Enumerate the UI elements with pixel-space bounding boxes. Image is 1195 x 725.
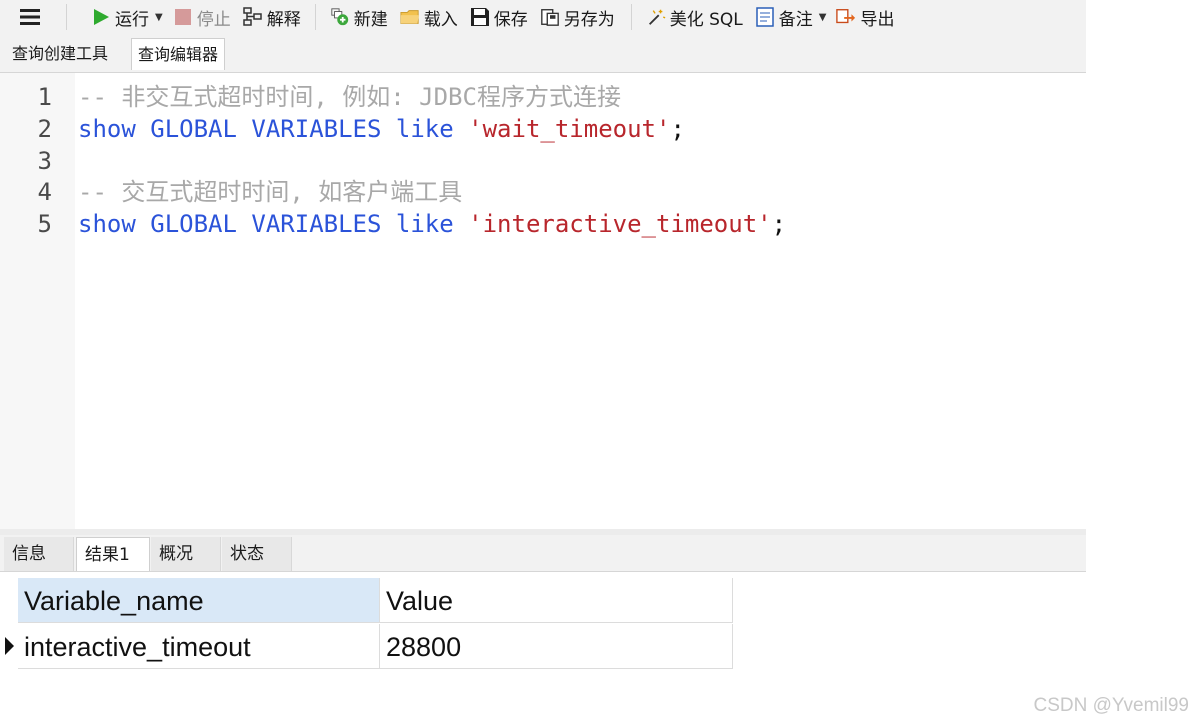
save-as-label: 另存为 xyxy=(563,9,615,30)
save-as-icon xyxy=(540,7,560,27)
sql-comment: -- 非交互式超时时间, 例如: JDBC程序方式连接 xyxy=(78,83,621,111)
main-toolbar: 运行 ▼ 停止 解释 新建 载入 保存 另存为 美化 SQL 备注 ▼ 导出 xyxy=(0,0,1086,34)
stop-label: 停止 xyxy=(196,9,231,30)
tab-query-builder[interactable]: 查询创建工具 xyxy=(6,38,114,70)
column-header-variable-name[interactable]: Variable_name xyxy=(18,578,380,623)
play-icon xyxy=(91,7,111,27)
sql-keyword: like xyxy=(395,210,454,238)
code-line: 2 show GLOBAL VARIABLES like 'wait_timeo… xyxy=(0,113,1086,145)
tab-query-editor[interactable]: 查询编辑器 xyxy=(131,38,226,70)
editor-tab-bar: 查询创建工具 查询编辑器 xyxy=(0,34,1086,73)
table-row[interactable]: interactive_timeout 28800 xyxy=(0,624,735,670)
hamburger-menu-icon xyxy=(20,7,40,27)
export-label: 导出 xyxy=(860,9,895,30)
new-query-icon xyxy=(330,7,350,27)
run-dropdown-icon[interactable]: ▼ xyxy=(155,12,163,23)
sql-comment: -- 交互式超时时间, 如客户端工具 xyxy=(78,178,463,206)
folder-open-icon xyxy=(400,7,420,27)
save-button[interactable]: 保存 xyxy=(470,3,528,31)
run-label: 运行 xyxy=(115,9,149,30)
toolbar-separator xyxy=(314,4,316,30)
note-icon xyxy=(755,7,775,27)
beautify-sql-button[interactable]: 美化 SQL xyxy=(646,3,743,31)
notes-dropdown-icon[interactable]: ▼ xyxy=(819,12,827,23)
sql-keyword: like xyxy=(395,115,454,143)
tab-result-1[interactable]: 结果1 xyxy=(76,537,150,571)
line-number: 3 xyxy=(37,147,52,175)
line-number: 5 xyxy=(37,210,52,238)
code-line: 1 -- 非交互式超时时间, 例如: JDBC程序方式连接 xyxy=(0,81,1086,113)
tab-profile[interactable]: 概况 xyxy=(151,537,221,571)
run-button[interactable]: 运行 ▼ xyxy=(91,3,163,31)
sql-keyword: show xyxy=(78,210,136,238)
column-header-value[interactable]: Value xyxy=(380,578,733,623)
code-line: 4 -- 交互式超时时间, 如客户端工具 xyxy=(0,176,1086,208)
line-number: 1 xyxy=(37,83,52,111)
new-query-button[interactable]: 新建 xyxy=(330,3,388,31)
sql-semicolon: ; xyxy=(670,115,685,143)
sql-statement: show GLOBAL VARIABLES like 'interactive_… xyxy=(78,208,786,240)
sql-editor[interactable]: 1 -- 非交互式超时时间, 例如: JDBC程序方式连接 2 show GLO… xyxy=(0,73,1086,529)
save-icon xyxy=(470,7,490,27)
new-query-label: 新建 xyxy=(353,9,388,30)
explain-button[interactable]: 解释 xyxy=(242,3,301,31)
sql-keyword: show xyxy=(78,115,136,143)
sql-keyword: VARIABLES xyxy=(251,115,382,143)
sql-keyword: VARIABLES xyxy=(251,210,382,238)
notes-label: 备注 xyxy=(778,9,813,30)
notes-button[interactable]: 备注 ▼ xyxy=(755,3,827,31)
stop-button[interactable]: 停止 xyxy=(173,3,231,31)
load-button[interactable]: 载入 xyxy=(400,3,458,31)
code-line: 3 xyxy=(0,145,1086,177)
grid-header-row: Variable_name Value xyxy=(0,578,735,624)
sql-keyword: GLOBAL xyxy=(150,115,237,143)
magic-wand-icon xyxy=(646,7,666,27)
sql-string: 'wait_timeout' xyxy=(468,115,671,143)
cell-value[interactable]: 28800 xyxy=(380,624,733,669)
beautify-sql-label: 美化 SQL xyxy=(669,9,743,30)
tab-message[interactable]: 信息 xyxy=(4,537,74,571)
explain-label: 解释 xyxy=(266,9,301,30)
sql-keyword: GLOBAL xyxy=(150,210,237,238)
menu-button[interactable] xyxy=(20,3,44,31)
sql-string: 'interactive_timeout' xyxy=(468,210,772,238)
export-button[interactable]: 导出 xyxy=(836,3,894,31)
cell-variable-name[interactable]: interactive_timeout xyxy=(18,624,380,669)
save-label: 保存 xyxy=(493,9,528,30)
toolbar-separator xyxy=(630,4,632,30)
save-as-button[interactable]: 另存为 xyxy=(540,3,615,31)
load-label: 载入 xyxy=(423,9,458,30)
sql-statement: show GLOBAL VARIABLES like 'wait_timeout… xyxy=(78,113,685,145)
code-line: 5 show GLOBAL VARIABLES like 'interactiv… xyxy=(0,208,1086,240)
stop-icon xyxy=(173,7,193,27)
tab-status[interactable]: 状态 xyxy=(222,537,292,571)
sql-semicolon: ; xyxy=(771,210,787,238)
current-row-indicator-icon xyxy=(5,637,14,655)
export-icon xyxy=(836,7,856,27)
result-grid: Variable_name Value interactive_timeout … xyxy=(0,578,735,670)
line-number: 4 xyxy=(37,178,52,206)
result-tab-bar: 信息 结果1 概况 状态 xyxy=(0,535,1086,572)
watermark: CSDN @Yvemil99 xyxy=(1033,695,1190,716)
explain-icon xyxy=(242,7,263,27)
toolbar-separator xyxy=(66,4,67,30)
line-number: 2 xyxy=(37,115,52,143)
